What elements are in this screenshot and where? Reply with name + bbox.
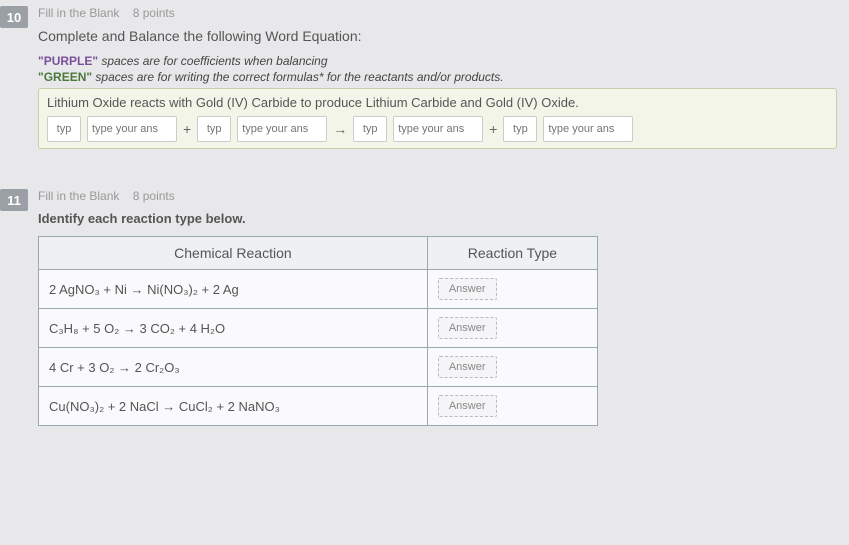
- question-prompt: Identify each reaction type below.: [38, 211, 837, 226]
- reaction-cell: 4 Cr + 3 O₂ → 2 Cr₂O₃: [39, 348, 428, 387]
- question-11: 11 Fill in the Blank 8 points Identify e…: [0, 189, 849, 426]
- header-reaction-type: Reaction Type: [427, 237, 597, 270]
- answer-input[interactable]: Answer: [438, 317, 497, 339]
- hint-green-text: spaces are for writing the correct formu…: [92, 70, 504, 84]
- formula-input-2[interactable]: [237, 116, 327, 142]
- question-points-label: 8 points: [133, 189, 175, 203]
- table-row: 2 AgNO₃ + Ni → Ni(NO₃)₂ + 2 Ag Answer: [39, 270, 598, 309]
- header-chemical-reaction: Chemical Reaction: [39, 237, 428, 270]
- question-10: 10 Fill in the Blank 8 points Complete a…: [0, 6, 849, 149]
- table-row: Cu(NO₃)₂ + 2 NaCl → CuCl₂ + 2 NaNO₃ Answ…: [39, 387, 598, 426]
- reaction-table: Chemical Reaction Reaction Type 2 AgNO₃ …: [38, 236, 598, 426]
- question-points-label: 8 points: [133, 6, 175, 20]
- question-number-badge: 11: [0, 189, 28, 211]
- hint-purple-text: spaces are for coefficients when balanci…: [98, 54, 327, 68]
- question-meta: Fill in the Blank 8 points: [38, 189, 837, 203]
- question-content: Fill in the Blank 8 points Identify each…: [38, 189, 849, 426]
- formula-input-1[interactable]: [87, 116, 177, 142]
- answer-input[interactable]: Answer: [438, 356, 497, 378]
- hint-green-label: "GREEN": [38, 70, 92, 84]
- plus-sign: +: [183, 121, 191, 137]
- question-type-label: Fill in the Blank: [38, 189, 119, 203]
- arrow-icon: →: [333, 121, 347, 137]
- answer-input[interactable]: Answer: [438, 278, 497, 300]
- table-header-row: Chemical Reaction Reaction Type: [39, 237, 598, 270]
- reaction-cell: Cu(NO₃)₂ + 2 NaCl → CuCl₂ + 2 NaNO₃: [39, 387, 428, 426]
- equation-inputs: + → +: [47, 116, 828, 142]
- question-prompt: Complete and Balance the following Word …: [38, 28, 837, 44]
- answer-cell: Answer: [427, 270, 597, 309]
- formula-input-3[interactable]: [393, 116, 483, 142]
- reaction-cell: C₃H₈ + 5 O₂ → 3 CO₂ + 4 H₂O: [39, 309, 428, 348]
- plus-sign: +: [489, 121, 497, 137]
- question-content: Fill in the Blank 8 points Complete and …: [38, 6, 849, 149]
- coefficient-input-3[interactable]: [353, 116, 387, 142]
- formula-input-4[interactable]: [543, 116, 633, 142]
- coefficient-input-1[interactable]: [47, 116, 81, 142]
- answer-cell: Answer: [427, 387, 597, 426]
- question-meta: Fill in the Blank 8 points: [38, 6, 837, 20]
- equation-text: Lithium Oxide reacts with Gold (IV) Carb…: [47, 95, 828, 110]
- hint-purple-label: "PURPLE": [38, 54, 98, 68]
- hint-green: "GREEN" spaces are for writing the corre…: [38, 70, 837, 84]
- table-row: 4 Cr + 3 O₂ → 2 Cr₂O₃ Answer: [39, 348, 598, 387]
- hint-purple: "PURPLE" spaces are for coefficients whe…: [38, 54, 837, 68]
- equation-box: Lithium Oxide reacts with Gold (IV) Carb…: [38, 88, 837, 149]
- answer-input[interactable]: Answer: [438, 395, 497, 417]
- reaction-cell: 2 AgNO₃ + Ni → Ni(NO₃)₂ + 2 Ag: [39, 270, 428, 309]
- answer-cell: Answer: [427, 309, 597, 348]
- answer-cell: Answer: [427, 348, 597, 387]
- coefficient-input-4[interactable]: [503, 116, 537, 142]
- table-row: C₃H₈ + 5 O₂ → 3 CO₂ + 4 H₂O Answer: [39, 309, 598, 348]
- question-number-badge: 10: [0, 6, 28, 28]
- question-type-label: Fill in the Blank: [38, 6, 119, 20]
- coefficient-input-2[interactable]: [197, 116, 231, 142]
